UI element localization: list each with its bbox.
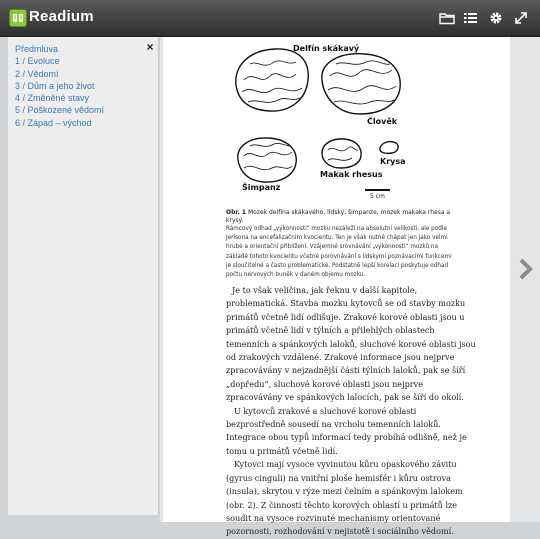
app-title: Readium — [29, 8, 94, 25]
toc-item-vedomi[interactable]: 2 / Vědomí — [15, 68, 104, 80]
label-rat: Krysa — [380, 157, 406, 166]
label-human: Člověk — [367, 117, 398, 126]
title-bar: Readium — [0, 0, 540, 37]
next-page-button[interactable] — [516, 258, 534, 280]
fullscreen-icon — [515, 12, 527, 24]
chevron-right-icon — [519, 258, 533, 280]
table-of-contents-button[interactable] — [461, 9, 479, 27]
body-paragraph: Kytovci mají vysoce vyvinutou kůru opask… — [226, 459, 463, 537]
body-paragraph: Je to však veličina, jak řeknu v další k… — [226, 285, 476, 403]
toc-close-button[interactable]: × — [143, 40, 157, 54]
toc-item-predmluva[interactable]: Předmluva — [15, 43, 104, 55]
figure-caption: Obr. 1 Mozek delfína skákavého, lidský, … — [226, 209, 456, 225]
brains-illustration — [235, 48, 401, 191]
readium-window: Readium × Předmluva 1 / Evoluce 2 / Vědo… — [0, 0, 540, 536]
label-dolphin: Delfín skákavý — [293, 44, 360, 53]
body-text: Je to však veličina, jak řeknu v další k… — [226, 284, 476, 539]
label-chimp: Šimpanz — [242, 183, 281, 192]
open-library-button[interactable] — [438, 9, 456, 27]
gear-icon — [490, 12, 502, 24]
toc-item-dum[interactable]: 3 / Dům a jeho život — [15, 80, 104, 92]
toc-item-poskozene-vedomi[interactable]: 5 / Poškozené vědomí — [15, 104, 104, 116]
caption-text: Mozek delfína skákavého, lidský, šimpanz… — [226, 209, 451, 224]
label-scale: 5 cm — [370, 193, 385, 200]
open-folder-icon — [439, 13, 455, 25]
toc-item-evoluce[interactable]: 1 / Evoluce — [15, 55, 104, 67]
label-macaque: Makak rhesus — [320, 170, 383, 179]
toc-list: Předmluva 1 / Evoluce 2 / Vědomí 3 / Dům… — [15, 43, 104, 129]
settings-button[interactable] — [487, 9, 505, 27]
list-icon — [464, 13, 477, 23]
caption-label: Obr. 1 — [226, 209, 247, 216]
toc-item-zapad-vychod[interactable]: 6 / Západ – východ — [15, 117, 104, 129]
fullscreen-button[interactable] — [512, 9, 530, 27]
brains-figure: Delfín skákavý Člověk Šimpanz Makak rhes… — [230, 40, 435, 205]
body-paragraph: U kytovců zrakové a sluchové korové obla… — [226, 405, 467, 456]
figure-note: Rámcový odhad „výkonnosti“ mozku nezálež… — [226, 226, 452, 279]
toc-panel: × Předmluva 1 / Evoluce 2 / Vědomí 3 / D… — [8, 37, 159, 515]
readium-logo-icon — [9, 9, 27, 27]
toc-item-zmenene-stavy[interactable]: 4 / Změněné stavy — [15, 92, 104, 104]
